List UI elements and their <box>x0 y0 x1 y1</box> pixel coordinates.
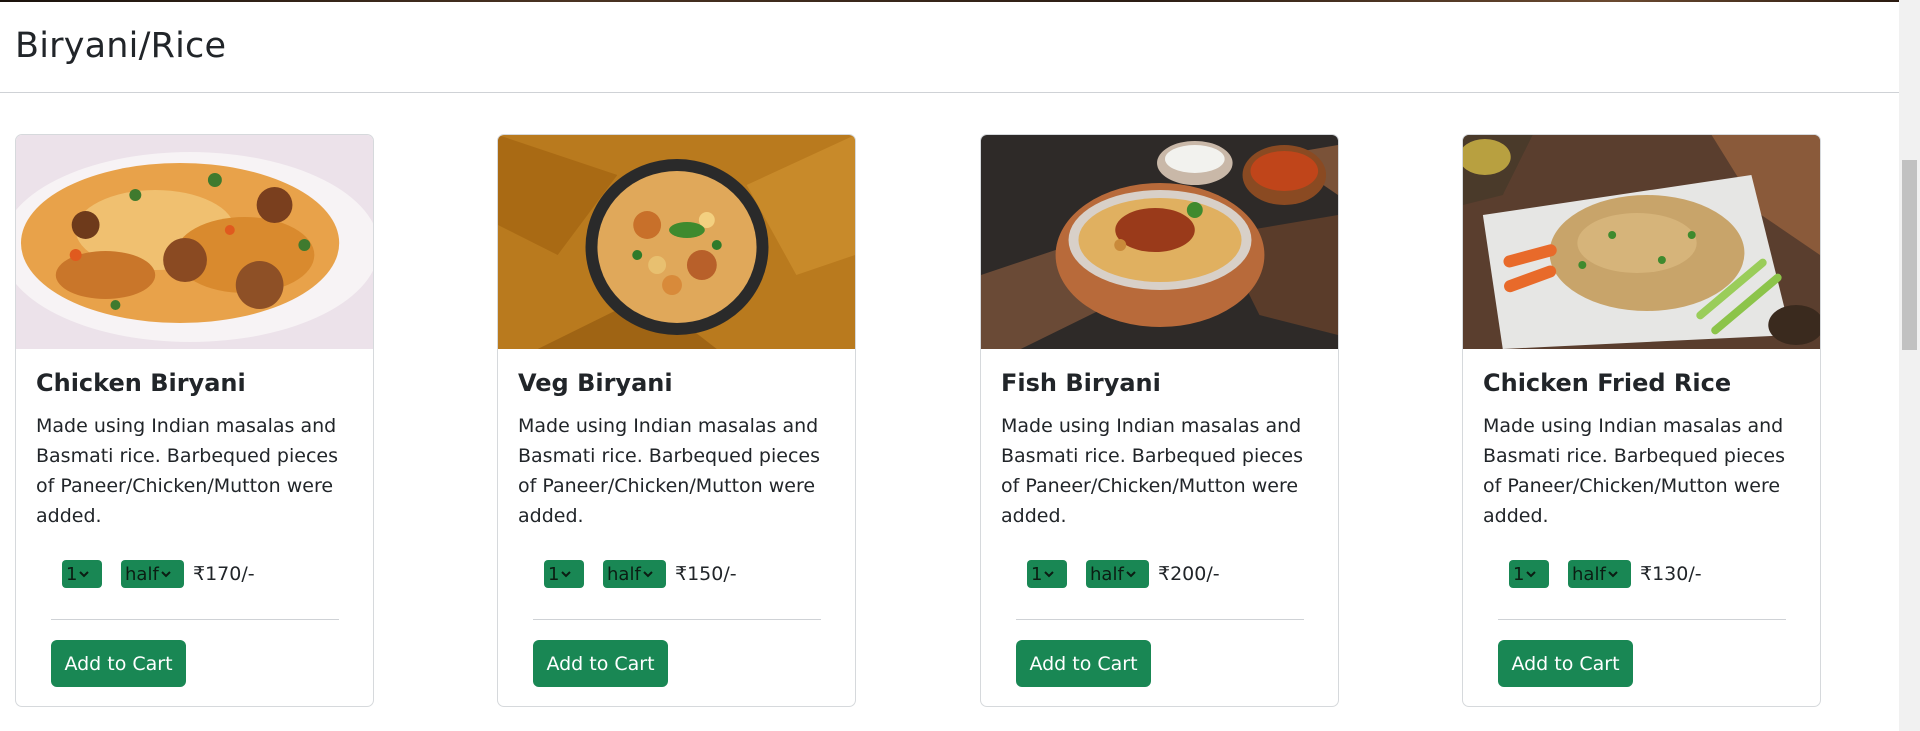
page-scrollbar[interactable] <box>1899 0 1920 731</box>
scrollbar-thumb[interactable] <box>1902 160 1917 350</box>
price-label: ₹150/- <box>675 563 737 585</box>
price-label: ₹130/- <box>1640 563 1702 585</box>
add-to-cart-button[interactable]: Add to Cart <box>1016 640 1151 687</box>
fish-biryani-photo <box>981 135 1338 349</box>
chevron-down-icon <box>643 569 653 579</box>
top-banner-strip <box>0 0 1899 2</box>
quantity-value: 1 <box>548 563 560 585</box>
card-description: Made using Indian masalas and Basmati ri… <box>518 415 820 527</box>
section-divider <box>0 92 1899 93</box>
add-to-cart-button[interactable]: Add to Cart <box>51 640 186 687</box>
quantity-select[interactable]: 1 <box>1509 560 1549 588</box>
card-title: Chicken Fried Rice <box>1483 369 1732 397</box>
chicken-fried-rice-photo <box>1463 135 1820 349</box>
quantity-select[interactable]: 1 <box>1027 560 1067 588</box>
size-value: half <box>1090 563 1124 585</box>
card-description: Made using Indian masalas and Basmati ri… <box>1001 415 1303 527</box>
card-divider <box>51 619 339 620</box>
section-title: Biryani/Rice <box>15 26 227 66</box>
price-label: ₹170/- <box>193 563 255 585</box>
menu-card-chicken-biryani: Chicken Biryani Made using Indian masala… <box>15 134 374 707</box>
menu-card-veg-biryani: Veg Biryani Made using Indian masalas an… <box>497 134 856 707</box>
chevron-down-icon <box>161 569 171 579</box>
chevron-down-icon <box>561 569 572 579</box>
card-options: 1 half ₹200/- <box>1027 559 1220 589</box>
quantity-value: 1 <box>1031 563 1043 585</box>
size-value: half <box>607 563 641 585</box>
card-options: 1 half ₹130/- <box>1509 559 1702 589</box>
quantity-select[interactable]: 1 <box>544 560 584 588</box>
card-options: 1 half ₹170/- <box>62 559 255 589</box>
veg-biryani-photo <box>498 135 855 349</box>
quantity-value: 1 <box>66 563 78 585</box>
chevron-down-icon <box>1526 569 1537 579</box>
chevron-down-icon <box>1608 569 1618 579</box>
menu-card-chicken-fried-rice: Chicken Fried Rice Made using Indian mas… <box>1462 134 1821 707</box>
quantity-value: 1 <box>1513 563 1525 585</box>
price-label: ₹200/- <box>1158 563 1220 585</box>
add-to-cart-button[interactable]: Add to Cart <box>533 640 668 687</box>
chevron-down-icon <box>79 569 90 579</box>
size-select[interactable]: half <box>121 560 184 588</box>
card-description: Made using Indian masalas and Basmati ri… <box>1483 415 1785 527</box>
card-title: Chicken Biryani <box>36 369 246 397</box>
size-select[interactable]: half <box>1086 560 1149 588</box>
chevron-down-icon <box>1044 569 1055 579</box>
card-title: Fish Biryani <box>1001 369 1161 397</box>
card-options: 1 half ₹150/- <box>544 559 737 589</box>
card-title: Veg Biryani <box>518 369 673 397</box>
menu-card-fish-biryani: Fish Biryani Made using Indian masalas a… <box>980 134 1339 707</box>
chevron-down-icon <box>1126 569 1136 579</box>
size-value: half <box>1572 563 1606 585</box>
add-to-cart-button[interactable]: Add to Cart <box>1498 640 1633 687</box>
quantity-select[interactable]: 1 <box>62 560 102 588</box>
card-divider <box>533 619 821 620</box>
card-divider <box>1016 619 1304 620</box>
card-divider <box>1498 619 1786 620</box>
chicken-biryani-photo <box>16 135 373 349</box>
size-value: half <box>125 563 159 585</box>
card-description: Made using Indian masalas and Basmati ri… <box>36 415 338 527</box>
size-select[interactable]: half <box>603 560 666 588</box>
size-select[interactable]: half <box>1568 560 1631 588</box>
